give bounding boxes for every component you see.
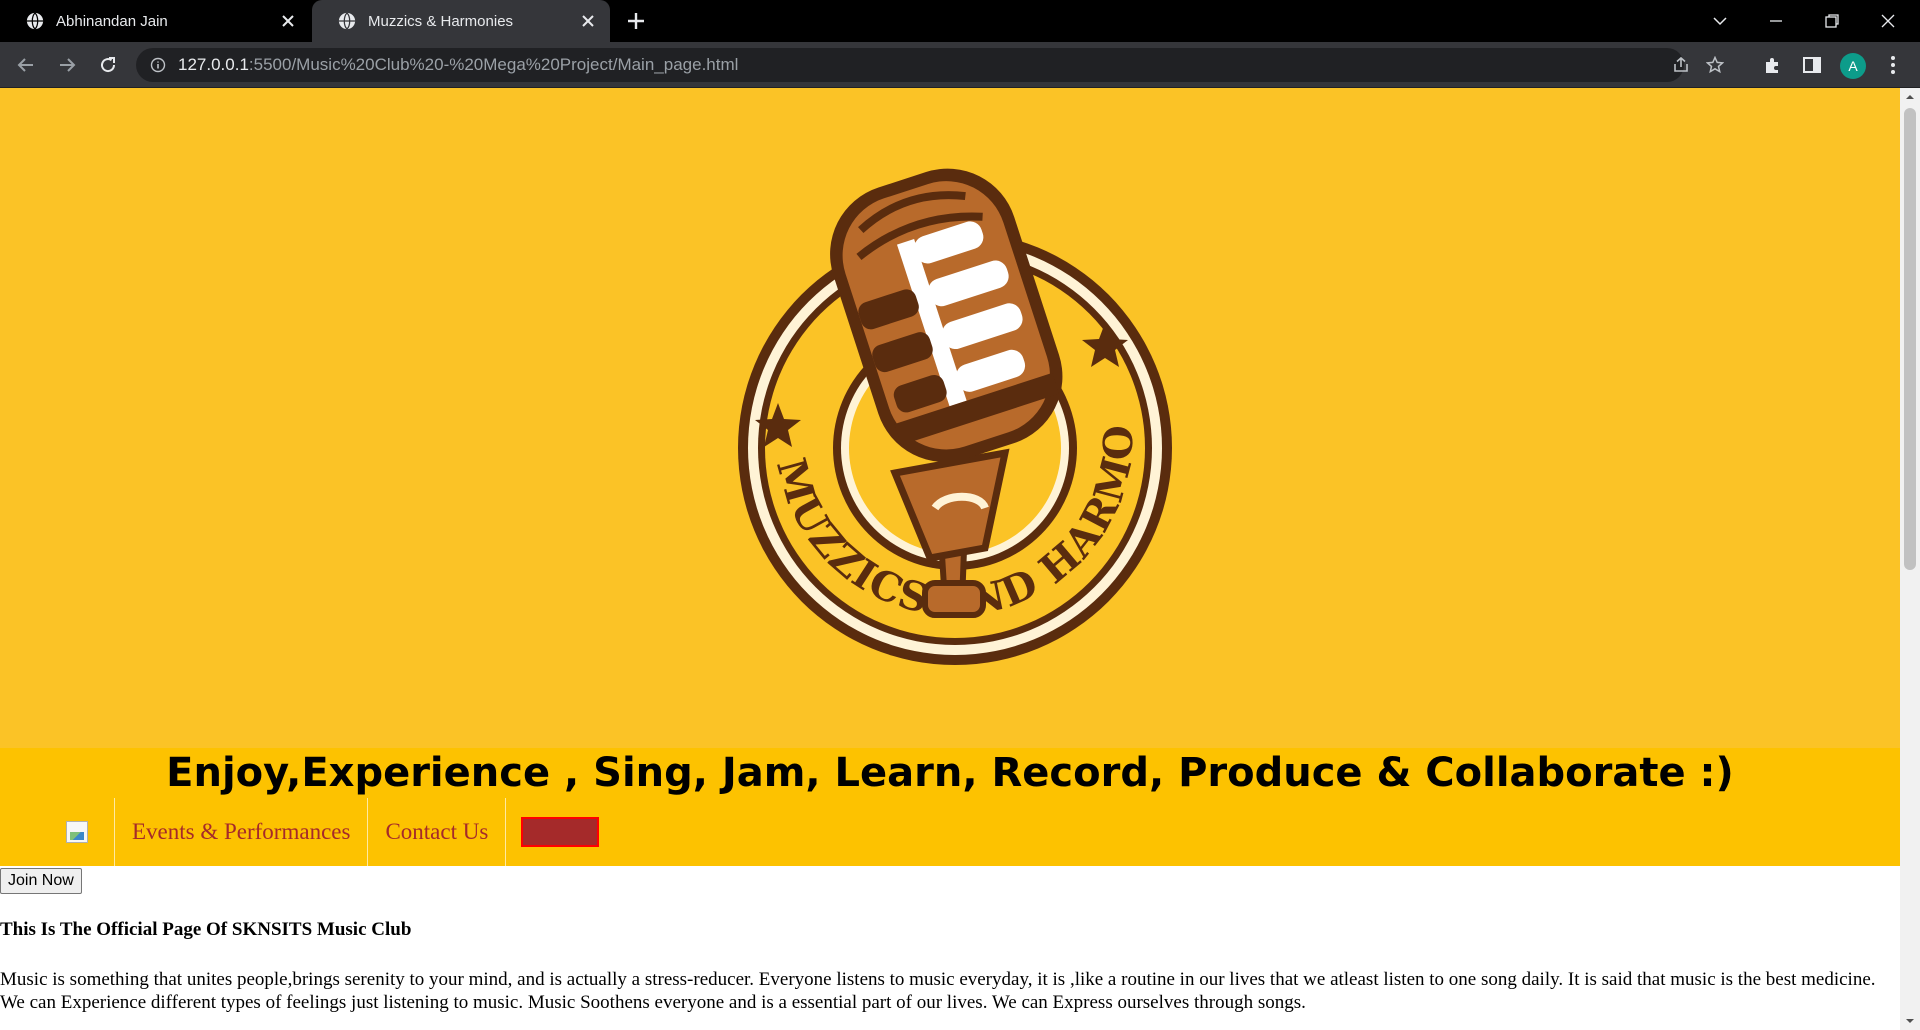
extensions-puzzle-icon[interactable] (1762, 54, 1784, 76)
browser-toolbar: 127.0.0.1:5500/Music%20Club%20-%20Mega%2… (0, 42, 1920, 88)
globe-icon (26, 12, 44, 30)
new-tab-plus-icon[interactable] (625, 10, 647, 32)
reload-icon[interactable] (96, 53, 120, 77)
side-panel-icon[interactable] (1801, 54, 1823, 76)
scroll-down-arrow-icon[interactable] (1904, 1015, 1916, 1027)
intro-paragraph: Music is something that unites people,br… (0, 969, 1876, 1013)
page-heading: This Is The Official Page Of SKNSITS Mus… (0, 919, 412, 940)
forward-arrow-icon[interactable] (55, 53, 79, 77)
bookmark-star-icon[interactable] (1706, 56, 1724, 74)
globe-icon (338, 12, 356, 30)
broken-image-icon (66, 821, 88, 843)
page-scrollbar[interactable] (1900, 88, 1920, 1030)
nav-red-button[interactable] (521, 817, 600, 847)
browser-tab-abhinandan[interactable]: Abhinandan Jain (0, 0, 310, 42)
profile-avatar[interactable]: A (1840, 53, 1866, 79)
tagline: Enjoy,Experience , Sing, Jam, Learn, Rec… (0, 748, 1900, 798)
restore-icon[interactable] (1818, 8, 1846, 34)
more-menu-icon[interactable] (1882, 54, 1904, 76)
share-icon[interactable] (1672, 56, 1690, 74)
minimize-icon[interactable] (1762, 8, 1790, 34)
scrollbar-thumb[interactable] (1904, 108, 1916, 570)
site-info-icon[interactable] (150, 57, 166, 73)
tab-title: Muzzics & Harmonies (368, 12, 514, 30)
browser-tabstrip: Abhinandan Jain Muzzics & Harmonies (0, 0, 1920, 42)
window-close-icon[interactable] (1874, 8, 1902, 34)
address-bar[interactable]: 127.0.0.1:5500/Music%20Club%20-%20Mega%2… (136, 48, 1724, 82)
back-arrow-icon[interactable] (14, 53, 38, 77)
hero-banner: MUZZICS AND HARMONIES (0, 88, 1900, 748)
tab-title: Abhinandan Jain (56, 12, 168, 30)
nav-home-logo[interactable] (0, 798, 115, 866)
club-logo: MUZZICS AND HARMONIES (730, 163, 1172, 665)
tab-search-chevron-icon[interactable] (1706, 8, 1734, 34)
browser-tab-muzzics[interactable]: Muzzics & Harmonies (312, 0, 610, 42)
nav-contact-us[interactable]: Contact Us (368, 798, 507, 866)
close-icon[interactable] (580, 13, 596, 29)
main-navbar: Events & Performances Contact Us (0, 798, 1900, 866)
nav-events-performances[interactable]: Events & Performances (115, 798, 369, 866)
scroll-up-arrow-icon[interactable] (1904, 91, 1916, 103)
url-text: 127.0.0.1:5500/Music%20Club%20-%20Mega%2… (178, 55, 739, 74)
join-now-button[interactable]: Join Now (0, 868, 82, 894)
close-icon[interactable] (280, 13, 296, 29)
page-viewport: MUZZICS AND HARMONIES (0, 88, 1900, 1030)
